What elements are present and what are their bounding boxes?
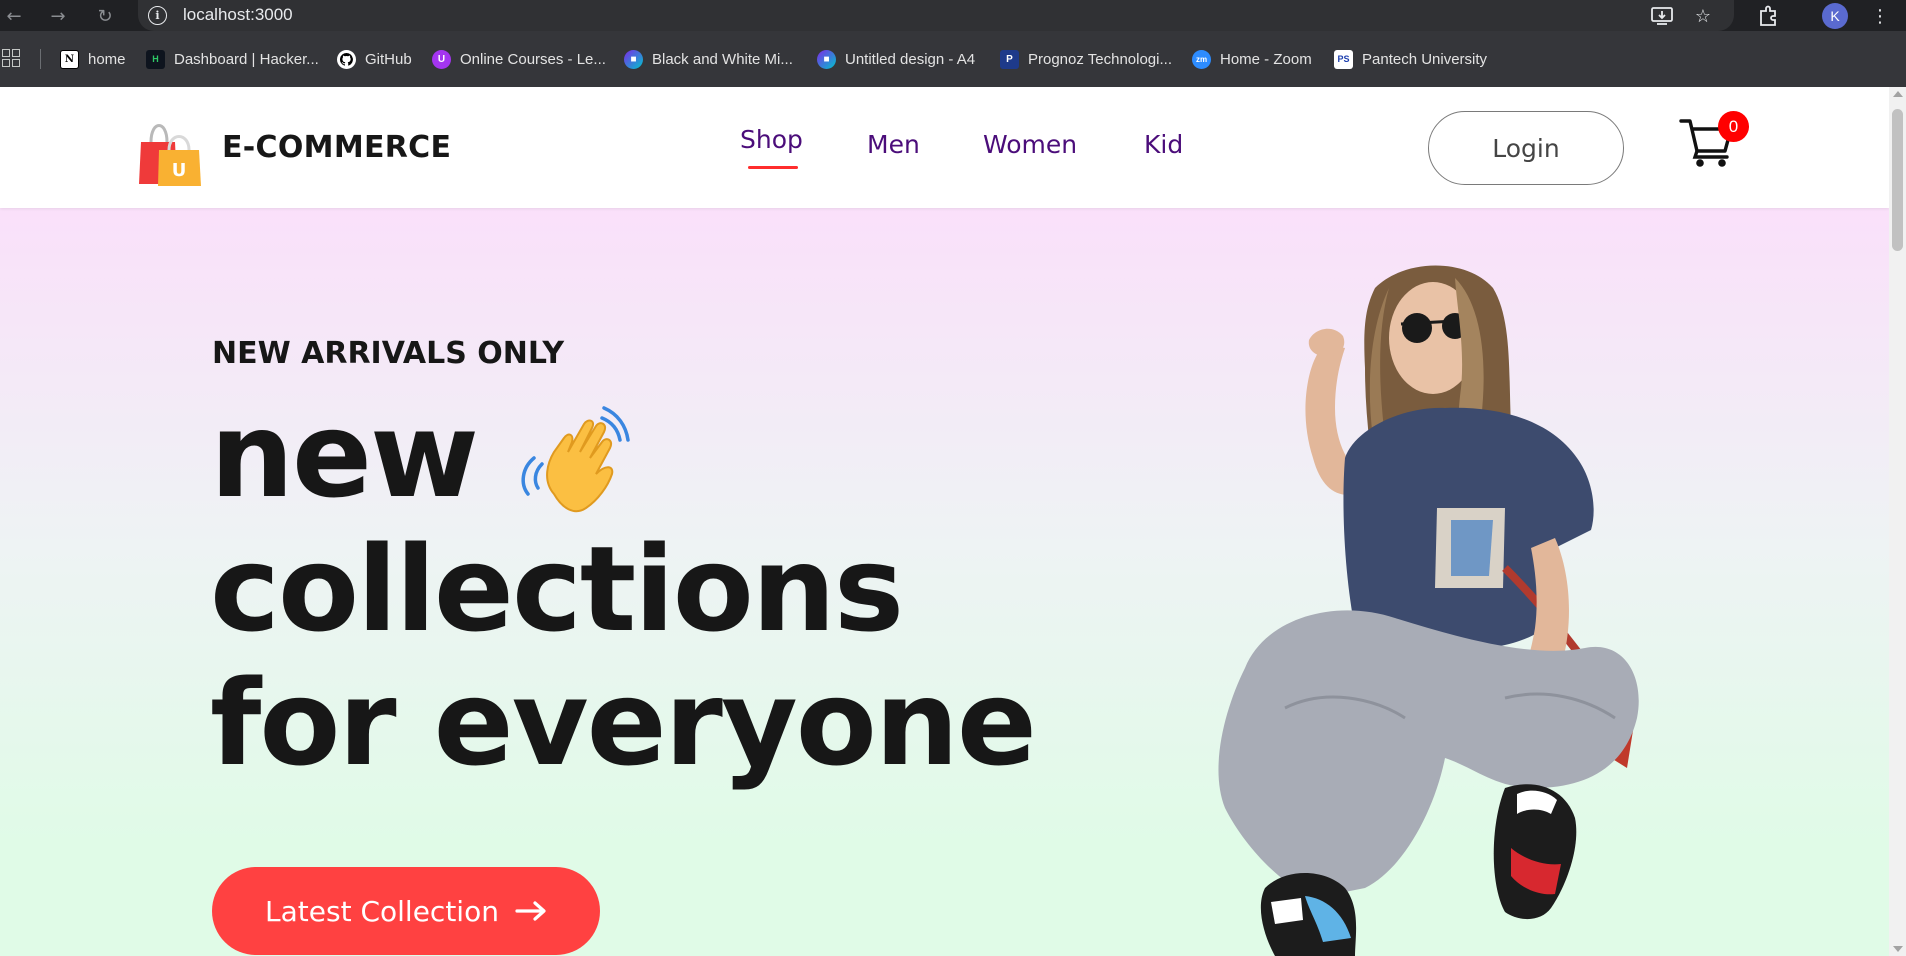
bookmark-star-icon[interactable]: ☆ (1691, 4, 1715, 28)
bookmark-canva-black-white[interactable]: ■ Black and White Mi... (624, 48, 793, 70)
shopping-bag-logo-icon[interactable]: U (131, 112, 207, 188)
bookmark-label: Home - Zoom (1220, 50, 1312, 68)
bookmarks-bar: N home H Dashboard | Hacker... GitHub U … (0, 31, 1906, 87)
nav-item-women[interactable]: Women (983, 130, 1077, 159)
address-bar[interactable]: i localhost:3000 ☆ (138, 0, 1734, 31)
hero-model-image (1218, 265, 1639, 956)
site-navbar: U E-COMMERCE Shop Men Women Kid Login 0 (0, 87, 1889, 208)
install-app-icon[interactable] (1650, 4, 1674, 28)
pantech-icon: PS (1334, 49, 1353, 69)
bookmark-canva-untitled[interactable]: ■ Untitled design - A4 (817, 48, 975, 70)
bookmark-label: Dashboard | Hacker... (174, 50, 319, 68)
hero-headline-line-1: new (210, 386, 479, 524)
bookmark-label: Black and White Mi... (652, 50, 793, 68)
hero-section: NEW ARRIVALS ONLY new collections for ev… (0, 208, 1889, 956)
bookmark-label: Pantech University (1362, 50, 1488, 68)
page-scrollbar[interactable] (1889, 87, 1906, 956)
bookmark-github[interactable]: GitHub (337, 48, 412, 70)
brand-name[interactable]: E-COMMERCE (222, 130, 451, 165)
bookmark-udemy[interactable]: U Online Courses - Le... (432, 48, 606, 70)
address-url[interactable]: localhost:3000 (183, 5, 293, 25)
canva-icon: ■ (624, 49, 643, 69)
bookmark-pantech[interactable]: PS Pantech University (1334, 48, 1487, 70)
bookmark-label: GitHub (365, 50, 412, 68)
active-nav-underline (748, 166, 798, 169)
scroll-up-arrow-icon[interactable] (1893, 91, 1903, 97)
udemy-icon: U (432, 49, 451, 69)
bookmark-label: Online Courses - Le... (460, 50, 606, 68)
bookmark-label: home (88, 50, 126, 68)
scrollbar-thumb[interactable] (1892, 109, 1903, 251)
hero-headline-line-3: for everyone (210, 654, 1037, 792)
hero-headline-line-2: collections (210, 520, 904, 658)
prognoz-icon: P (1000, 49, 1019, 69)
apps-grid-icon[interactable] (2, 49, 20, 67)
bookmark-home[interactable]: N home (60, 48, 126, 70)
notion-icon: N (60, 49, 79, 69)
logo-bag-letter: U (172, 160, 187, 181)
scroll-down-arrow-icon[interactable] (1893, 946, 1903, 952)
nav-item-shop[interactable]: Shop (740, 125, 803, 154)
site-info-icon[interactable]: i (148, 6, 167, 25)
hackerrank-icon: H (146, 49, 165, 69)
bookmark-hackerrank[interactable]: H Dashboard | Hacker... (146, 48, 319, 70)
browser-menu-icon[interactable]: ⋮ (1867, 3, 1893, 29)
page-viewport: U E-COMMERCE Shop Men Women Kid Login 0 … (0, 87, 1889, 956)
latest-collection-button[interactable]: Latest Collection (212, 867, 600, 955)
waving-hand-icon (521, 406, 630, 513)
bookmark-label: Prognoz Technologi... (1028, 50, 1172, 68)
zoom-icon: zm (1192, 49, 1211, 69)
canva-icon: ■ (817, 49, 836, 69)
latest-collection-label: Latest Collection (265, 894, 499, 928)
bookmark-prognoz[interactable]: P Prognoz Technologi... (1000, 48, 1172, 70)
nav-item-kid[interactable]: Kid (1144, 130, 1183, 159)
profile-avatar[interactable]: K (1822, 3, 1848, 29)
login-button[interactable]: Login (1428, 111, 1624, 185)
bookmarks-divider (40, 49, 41, 69)
cart-count-badge: 0 (1718, 111, 1749, 142)
arrow-right-icon (515, 901, 546, 921)
browser-toolbar: ← → ↻ i localhost:3000 ☆ K ⋮ (0, 0, 1906, 31)
back-arrow-icon[interactable]: ← (1, 3, 27, 29)
reload-icon[interactable]: ↻ (92, 3, 118, 29)
extensions-icon[interactable] (1755, 3, 1781, 29)
github-icon (337, 49, 356, 69)
bookmark-zoom[interactable]: zm Home - Zoom (1192, 48, 1312, 70)
bookmark-label: Untitled design - A4 (845, 50, 976, 68)
forward-arrow-icon[interactable]: → (45, 3, 71, 29)
nav-item-men[interactable]: Men (867, 130, 920, 159)
hero-eyebrow: NEW ARRIVALS ONLY (212, 336, 565, 371)
